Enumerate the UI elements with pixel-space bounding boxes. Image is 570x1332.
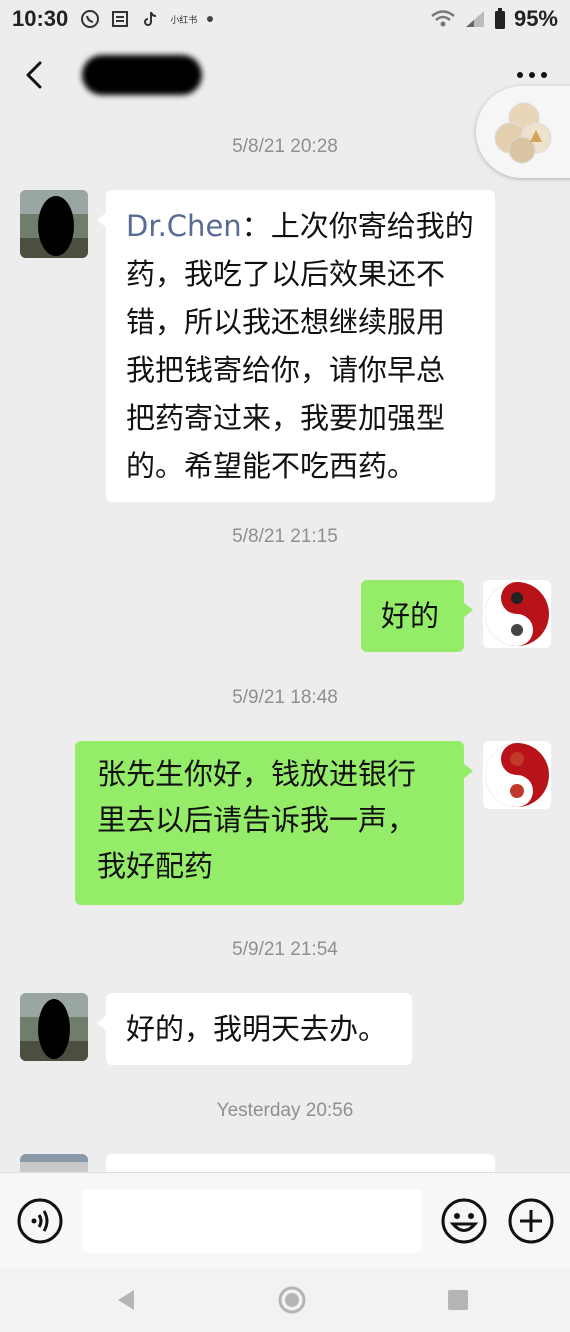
- message-line: 我好配药: [97, 849, 214, 883]
- own-avatar[interactable]: [483, 741, 551, 809]
- contact-avatar[interactable]: [20, 993, 88, 1061]
- message-bubble-outgoing[interactable]: 张先生你好，钱放进银行 里去以后请告诉我一声， 我好配药: [75, 741, 473, 905]
- battery-percent: 95%: [513, 6, 558, 31]
- message-bubble-incoming-partial[interactable]: [106, 1154, 495, 1172]
- more-notifications-dot: [207, 16, 214, 22]
- contact-avatar[interactable]: [20, 190, 88, 258]
- status-time: 10:30: [12, 6, 69, 31]
- message-line: 药，我吃了以后效果还不: [126, 257, 446, 291]
- whatsapp-icon: [81, 10, 100, 28]
- notification-icons: 小红书: [80, 9, 214, 29]
- sender-name: Dr.Chen: [126, 209, 242, 243]
- signal-icon: [465, 11, 484, 27]
- message-line: 张先生你好，钱放进银行: [97, 757, 417, 791]
- timestamp: Yesterday 20:56: [216, 1100, 354, 1121]
- message-bubble-outgoing[interactable]: 好的: [361, 580, 473, 652]
- timestamp: 5/8/21 20:28: [232, 136, 338, 157]
- message-line: 的。希望能不吃西药。: [126, 449, 417, 483]
- tiktok-icon: [144, 11, 157, 26]
- nav-home-icon[interactable]: [278, 1286, 306, 1314]
- message-text: 好的，我明天去办。: [126, 1012, 388, 1046]
- news-icon: [112, 11, 129, 27]
- system-nav-bar: [0, 1268, 570, 1332]
- message-line: 错，所以我还想继续服用: [126, 305, 446, 339]
- message-line: 里去以后请告诉我一声，: [97, 803, 417, 837]
- back-arrow-icon[interactable]: [18, 55, 52, 95]
- emoji-icon[interactable]: [440, 1197, 488, 1245]
- timestamp: 5/8/21 21:15: [232, 526, 338, 547]
- chat-header: [0, 38, 570, 112]
- wifi-icon: [431, 10, 455, 27]
- voice-icon[interactable]: [16, 1197, 64, 1245]
- nav-recents-icon[interactable]: [444, 1286, 472, 1314]
- message-bubble-incoming[interactable]: 好的，我明天去办。: [97, 993, 412, 1065]
- own-avatar[interactable]: [483, 580, 551, 648]
- message-text: 好的: [381, 599, 440, 633]
- message-line: Dr.Chen：上次你寄给我的: [126, 209, 474, 243]
- status-bar: 10:30 小红书 95%: [0, 0, 570, 38]
- message-line: 把药寄过来，我要加强型: [126, 401, 446, 435]
- contact-name-redacted: [82, 55, 202, 95]
- battery-icon: [494, 8, 505, 29]
- xiaohongshu-icon: 小红书: [170, 14, 198, 25]
- nav-back-icon[interactable]: [112, 1286, 140, 1314]
- more-dots-icon[interactable]: [512, 65, 552, 85]
- contact-avatar[interactable]: [20, 1154, 88, 1172]
- message-line: 我把钱寄给你，请你早总: [126, 353, 446, 387]
- floating-mini-program[interactable]: [476, 86, 570, 178]
- timestamp: 5/9/21 21:54: [232, 939, 338, 960]
- input-bar: [0, 1172, 570, 1268]
- plus-icon[interactable]: [507, 1197, 555, 1245]
- message-bubble-incoming[interactable]: Dr.Chen：上次你寄给我的 药，我吃了以后效果还不 错，所以我还想继续服用 …: [97, 190, 495, 502]
- timestamp: 5/9/21 18:48: [232, 687, 338, 708]
- status-right: 95%: [430, 6, 558, 32]
- message-input[interactable]: [82, 1189, 422, 1253]
